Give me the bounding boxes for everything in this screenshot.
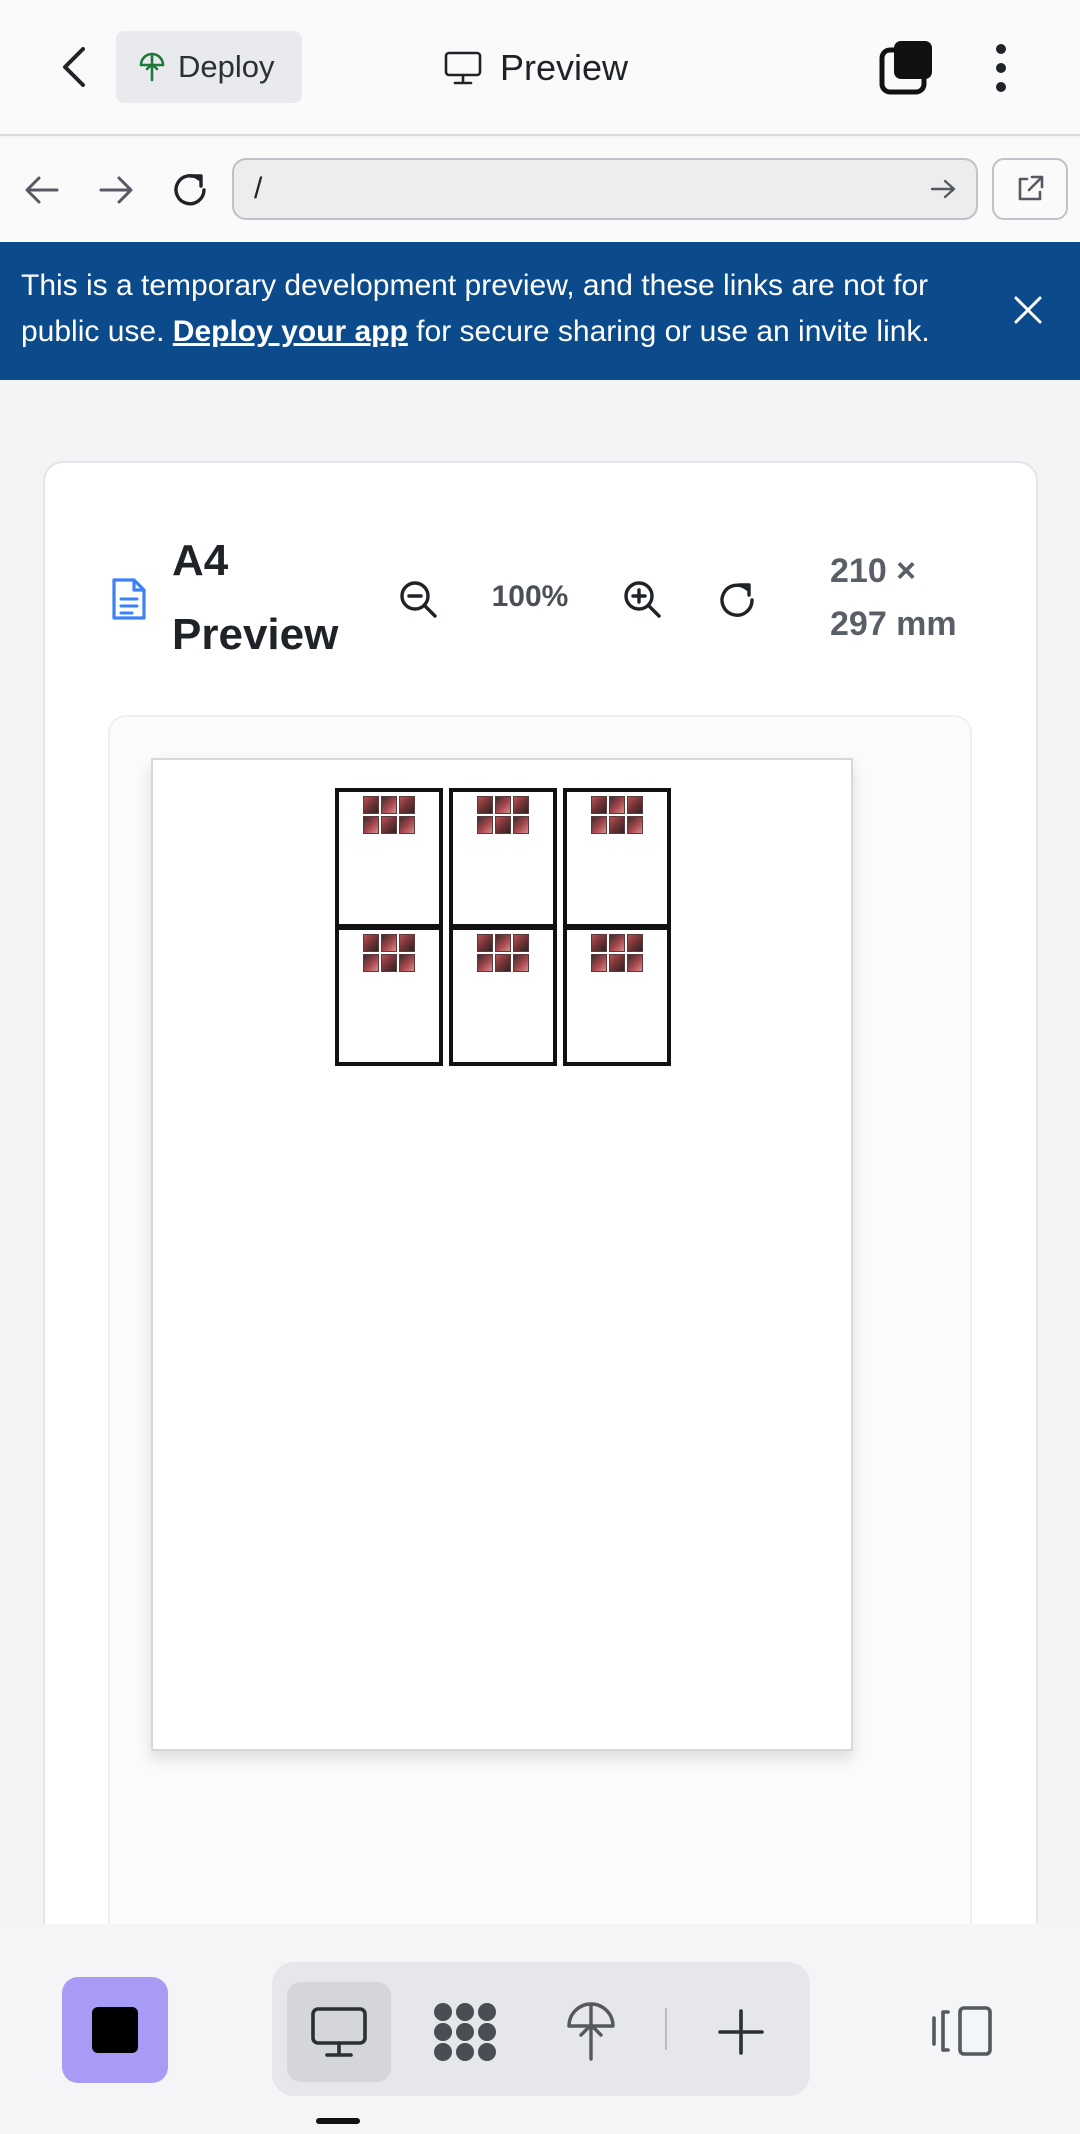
sheet-cell: [563, 788, 671, 928]
zoom-out-icon: [400, 581, 437, 618]
panel-icon: [932, 2006, 992, 2056]
photo-thumbnails: [477, 796, 529, 834]
monitor-icon: [444, 51, 482, 85]
photo-thumbnails: [591, 796, 643, 834]
more-vertical-icon: [996, 44, 1006, 54]
gesture-bar: [316, 2118, 360, 2124]
chevron-left-icon: [63, 47, 85, 87]
stop-button[interactable]: [62, 1977, 168, 2083]
preview-tab[interactable]: Preview: [444, 40, 628, 96]
arrow-left-icon: [25, 176, 59, 204]
paper-dimensions: 210 × 297 mm: [830, 552, 957, 643]
deploy-label: Deploy: [178, 49, 275, 84]
deploy-umbrella-icon: [567, 2002, 615, 2061]
banner-text-after: for secure sharing or use an invite link…: [416, 315, 930, 348]
extensions-tool-button[interactable]: [413, 1982, 517, 2082]
sheet-cell: [335, 788, 443, 928]
monitor-icon: [311, 2007, 367, 2057]
url-bar: /: [0, 138, 1080, 242]
sheet-cell: [449, 788, 557, 928]
close-icon: [1014, 296, 1042, 324]
document-icon: [110, 576, 148, 622]
workspace-tool-button[interactable]: [287, 1982, 391, 2082]
photo-thumbnails: [363, 934, 415, 972]
nav-forward-button[interactable]: [90, 164, 142, 216]
grid-blob-icon: [434, 2003, 496, 2061]
plus-icon: [718, 2009, 764, 2055]
arrow-right-icon: [930, 179, 956, 199]
deploy-app-link[interactable]: Deploy your app: [173, 315, 408, 348]
url-input[interactable]: /: [232, 158, 978, 220]
toolbar-divider: [665, 2008, 667, 2050]
layers-icon: [879, 41, 932, 95]
photo-thumbnails: [363, 796, 415, 834]
arrow-right-icon: [99, 176, 133, 204]
sheet-cell: [335, 926, 443, 1066]
dev-preview-banner: This is a temporary development preview,…: [0, 242, 1080, 380]
banner-close-button[interactable]: [1010, 292, 1046, 328]
sheet-cell: [449, 926, 557, 1066]
sheet-cell: [563, 926, 671, 1066]
reset-zoom-button[interactable]: [716, 579, 758, 621]
add-tool-button[interactable]: [689, 1982, 793, 2082]
back-button[interactable]: [52, 40, 96, 94]
layers-button[interactable]: [878, 38, 938, 98]
preview-heading: A4 Preview: [172, 536, 339, 659]
more-options-button[interactable]: [984, 38, 1018, 98]
a4-sheet: [151, 758, 853, 1751]
external-link-icon: [1018, 175, 1044, 201]
photo-thumbnails: [477, 934, 529, 972]
photo-thumbnails: [591, 934, 643, 972]
nav-back-button[interactable]: [16, 164, 68, 216]
zoom-in-icon: [624, 581, 661, 618]
rotate-icon: [720, 583, 754, 617]
zoom-in-button[interactable]: [622, 579, 662, 619]
go-button[interactable]: [930, 178, 956, 200]
toggle-panel-button[interactable]: [930, 2004, 994, 2058]
stop-icon: [92, 2007, 138, 2053]
reload-button[interactable]: [164, 164, 216, 216]
deploy-tool-button[interactable]: [539, 1982, 643, 2082]
zoom-out-button[interactable]: [398, 579, 438, 619]
url-text: /: [254, 172, 263, 205]
deploy-button[interactable]: Deploy: [116, 31, 302, 103]
zoom-level: 100%: [491, 580, 569, 613]
reload-icon: [174, 174, 206, 206]
open-external-button[interactable]: [992, 158, 1068, 220]
deploy-umbrella-icon: [139, 52, 165, 82]
page-title: Preview: [500, 47, 629, 88]
